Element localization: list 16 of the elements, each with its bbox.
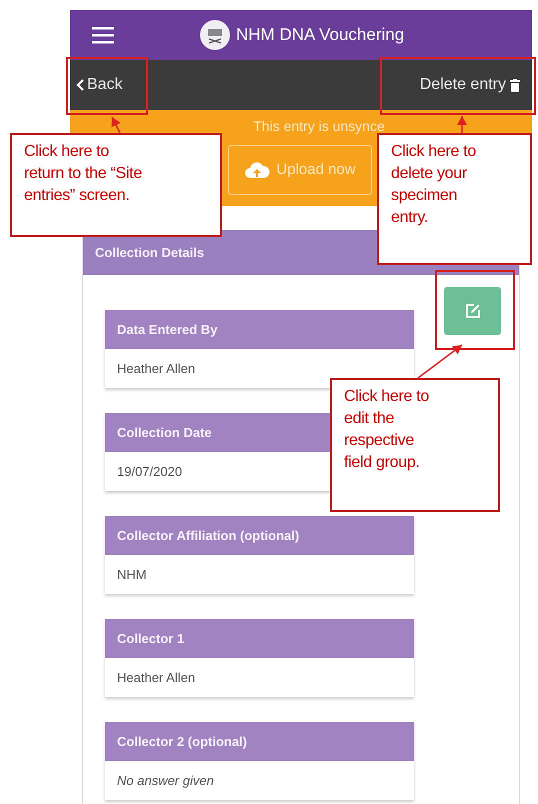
unsynced-message: This entry is unsynce (253, 117, 385, 136)
field-value: 19/07/2020 (117, 462, 182, 481)
field-label: Collector Affiliation (optional) (117, 526, 300, 545)
app-title: NHM DNA Vouchering (236, 24, 404, 46)
field-label: Data Entered By (117, 320, 218, 339)
callout-text: Click here to edit the respective field group. (344, 387, 430, 473)
field-value: Heather Allen (117, 668, 196, 687)
field-label: Collector 1 (117, 630, 184, 648)
field-label: Collector 2 (optional) (117, 732, 247, 751)
section-title: Collection Details (95, 244, 204, 262)
callout-text: Click here to delete your specimen entry. (391, 142, 478, 228)
field-value: NHM (117, 566, 147, 584)
field-label: Collection Date (117, 424, 212, 442)
callout-text: Click here to return to the “Site entries” screen. (24, 142, 143, 206)
field-value: No answer given (117, 772, 214, 790)
field-value: Heather Allen (117, 360, 196, 378)
